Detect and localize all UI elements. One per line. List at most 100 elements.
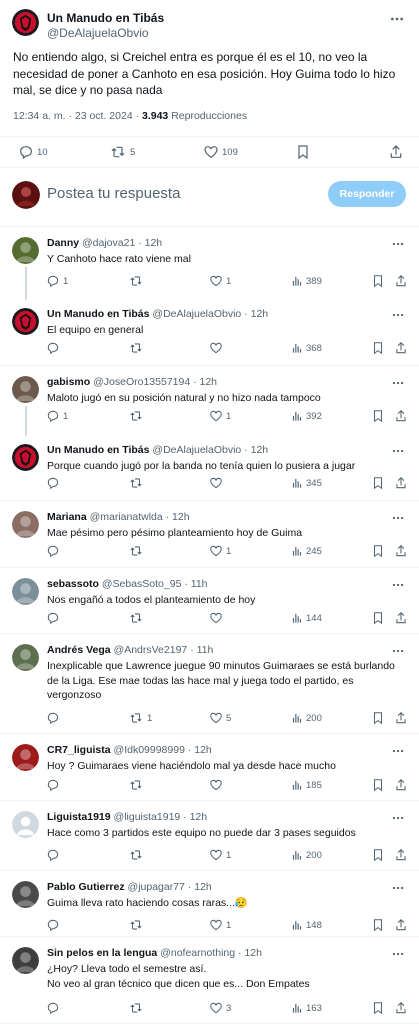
timestamp[interactable]: · 12h xyxy=(193,376,217,388)
user-handle[interactable]: @nofearnothing xyxy=(160,947,235,959)
share-button[interactable] xyxy=(395,843,407,867)
reply-tweet[interactable]: Pablo Gutierrez @jupagar77 · 12h Guima ll… xyxy=(0,871,419,937)
bookmark-button[interactable] xyxy=(372,773,384,797)
views-button[interactable]: 392 xyxy=(291,404,322,428)
reply-tweet[interactable]: Liguista1919 @liguista1919 · 12h Hace com… xyxy=(0,801,419,871)
reply-button[interactable] xyxy=(46,539,63,563)
views-button[interactable]: 144 xyxy=(291,606,322,630)
display-name[interactable]: Sin pelos en la lengua xyxy=(47,947,157,959)
bookmark-button[interactable] xyxy=(372,913,384,937)
more-options-icon[interactable] xyxy=(389,11,405,27)
like-button[interactable]: 109 xyxy=(203,137,238,167)
like-button[interactable]: 1 xyxy=(209,404,231,428)
timestamp[interactable]: · 12h xyxy=(238,947,262,959)
views-button[interactable]: 200 xyxy=(291,706,322,730)
share-button[interactable] xyxy=(395,269,407,293)
bookmark-button[interactable] xyxy=(296,137,310,167)
views-button[interactable]: 345 xyxy=(291,471,322,495)
bookmark-button[interactable] xyxy=(372,843,384,867)
more-options-icon[interactable] xyxy=(391,511,405,525)
reply-button[interactable]: 10 xyxy=(18,137,48,167)
share-button[interactable] xyxy=(395,706,407,730)
like-button[interactable]: 5 xyxy=(209,706,231,730)
like-button[interactable] xyxy=(209,336,226,360)
user-handle[interactable]: @DeAlajuelaObvio xyxy=(152,444,241,456)
like-button[interactable]: 1 xyxy=(209,913,231,937)
bookmark-button[interactable] xyxy=(372,269,384,293)
reply-input[interactable]: Postea tu respuesta xyxy=(47,185,180,202)
views-button[interactable]: 245 xyxy=(291,539,322,563)
timestamp[interactable]: · 11h xyxy=(184,578,207,590)
reply-tweet[interactable]: Danny @dajova21 · 12h Y Canhoto hace rato… xyxy=(0,227,419,300)
share-button[interactable] xyxy=(395,606,407,630)
repost-button[interactable]: 1 xyxy=(128,706,152,730)
reply-tweet[interactable]: Un Manudo en Tibás @DeAlajuelaObvio · 12… xyxy=(0,434,419,501)
timestamp[interactable]: · 12h xyxy=(183,811,207,823)
more-options-icon[interactable] xyxy=(391,881,405,895)
bookmark-button[interactable] xyxy=(372,471,384,495)
avatar[interactable] xyxy=(12,444,39,471)
more-options-icon[interactable] xyxy=(391,811,405,825)
more-options-icon[interactable] xyxy=(391,308,405,322)
repost-button[interactable] xyxy=(128,471,147,495)
display-name[interactable]: Andrés Vega xyxy=(47,644,111,656)
reply-submit-button[interactable]: Responder xyxy=(328,181,406,207)
like-button[interactable]: 3 xyxy=(209,996,231,1020)
bookmark-button[interactable] xyxy=(372,539,384,563)
share-button[interactable] xyxy=(395,471,407,495)
display-name[interactable]: Pablo Gutierrez xyxy=(47,881,125,893)
reply-button[interactable]: 1 xyxy=(46,404,68,428)
share-button[interactable] xyxy=(395,996,407,1020)
timestamp[interactable]: · 12h xyxy=(138,237,162,249)
user-handle[interactable]: @DeAlajuelaObvio xyxy=(47,26,149,40)
avatar[interactable] xyxy=(12,376,39,403)
display-name[interactable]: Un Manudo en Tibás xyxy=(47,11,164,25)
like-button[interactable]: 1 xyxy=(209,843,231,867)
share-button[interactable] xyxy=(395,336,407,360)
display-name[interactable]: Mariana xyxy=(47,511,87,523)
reply-tweet[interactable]: sebassoto @SebasSoto_95 · 11h Nos engañó … xyxy=(0,568,419,634)
display-name[interactable]: Un Manudo en Tibás xyxy=(47,444,149,456)
reply-tweet[interactable]: gabismo @JoseOro13557194 · 12h Maloto jug… xyxy=(0,366,419,436)
user-handle[interactable]: @jupagar77 xyxy=(128,881,185,893)
repost-button[interactable] xyxy=(128,913,147,937)
repost-button[interactable] xyxy=(128,269,147,293)
display-name[interactable]: CR7_liguista xyxy=(47,744,111,756)
views-button[interactable]: 389 xyxy=(291,269,322,293)
share-button[interactable] xyxy=(395,539,407,563)
avatar[interactable] xyxy=(12,308,39,335)
user-handle[interactable]: @liguista1919 xyxy=(114,811,181,823)
display-name[interactable]: Liguista1919 xyxy=(47,811,111,823)
avatar[interactable] xyxy=(12,947,39,974)
timestamp[interactable]: · 12h xyxy=(188,744,212,756)
repost-button[interactable] xyxy=(128,843,147,867)
display-name[interactable]: sebassoto xyxy=(47,578,99,590)
avatar[interactable] xyxy=(12,578,39,605)
more-options-icon[interactable] xyxy=(391,578,405,592)
more-options-icon[interactable] xyxy=(391,947,405,961)
views-button[interactable]: 368 xyxy=(291,336,322,360)
views-button[interactable]: 200 xyxy=(291,843,322,867)
share-button[interactable] xyxy=(395,773,407,797)
share-button[interactable] xyxy=(389,137,403,167)
user-handle[interactable]: @Idk09998999 xyxy=(114,744,185,756)
share-button[interactable] xyxy=(395,404,407,428)
avatar[interactable] xyxy=(12,644,39,671)
avatar[interactable] xyxy=(12,881,39,908)
like-button[interactable]: 1 xyxy=(209,539,231,563)
timestamp[interactable]: · 12h xyxy=(244,308,268,320)
like-button[interactable] xyxy=(209,471,226,495)
bookmark-button[interactable] xyxy=(372,706,384,730)
timestamp[interactable]: 12:34 a. m. · 23 oct. 2024 · xyxy=(13,110,142,122)
display-name[interactable]: gabismo xyxy=(47,376,90,388)
repost-button[interactable] xyxy=(128,539,147,563)
reply-tweet[interactable]: Sin pelos en la lengua @nofearnothing · … xyxy=(0,937,419,1024)
views-button[interactable]: 185 xyxy=(291,773,322,797)
more-options-icon[interactable] xyxy=(391,644,405,658)
more-options-icon[interactable] xyxy=(391,237,405,251)
reply-button[interactable] xyxy=(46,773,63,797)
repost-button[interactable] xyxy=(128,996,147,1020)
reply-button[interactable] xyxy=(46,606,63,630)
bookmark-button[interactable] xyxy=(372,336,384,360)
repost-button[interactable] xyxy=(128,773,147,797)
